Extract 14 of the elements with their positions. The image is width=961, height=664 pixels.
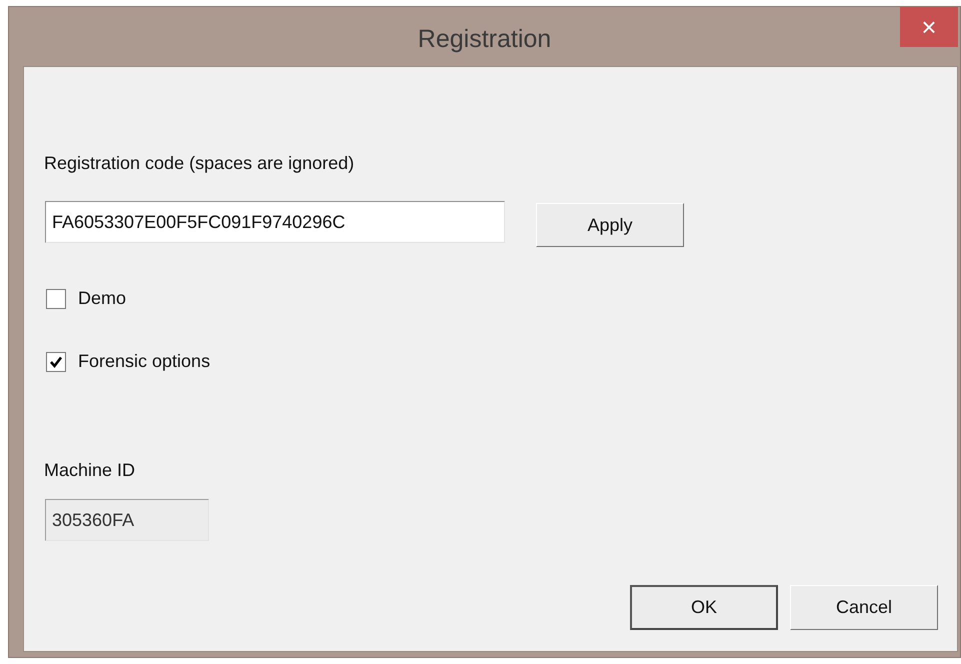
registration-code-field[interactable]: FA6053307E00F5FC091F9740296C [45, 201, 505, 243]
window-title: Registration [418, 24, 552, 55]
machine-id-label: Machine ID [44, 459, 136, 482]
close-button[interactable]: × [900, 7, 958, 47]
checkbox[interactable] [46, 352, 66, 372]
machine-id-field: 305360FA [45, 499, 209, 541]
checkbox[interactable] [46, 288, 66, 308]
registration-code-label: Registration code (spaces are ignored) [44, 152, 354, 175]
dialog-button[interactable]: Cancel [790, 585, 938, 630]
checkbox-label: Forensic options [78, 350, 210, 373]
check-icon [49, 354, 63, 368]
checkbox-label: Demo [78, 287, 126, 310]
dialog-button[interactable]: OK [630, 585, 778, 630]
apply-button[interactable]: Apply [536, 203, 684, 247]
